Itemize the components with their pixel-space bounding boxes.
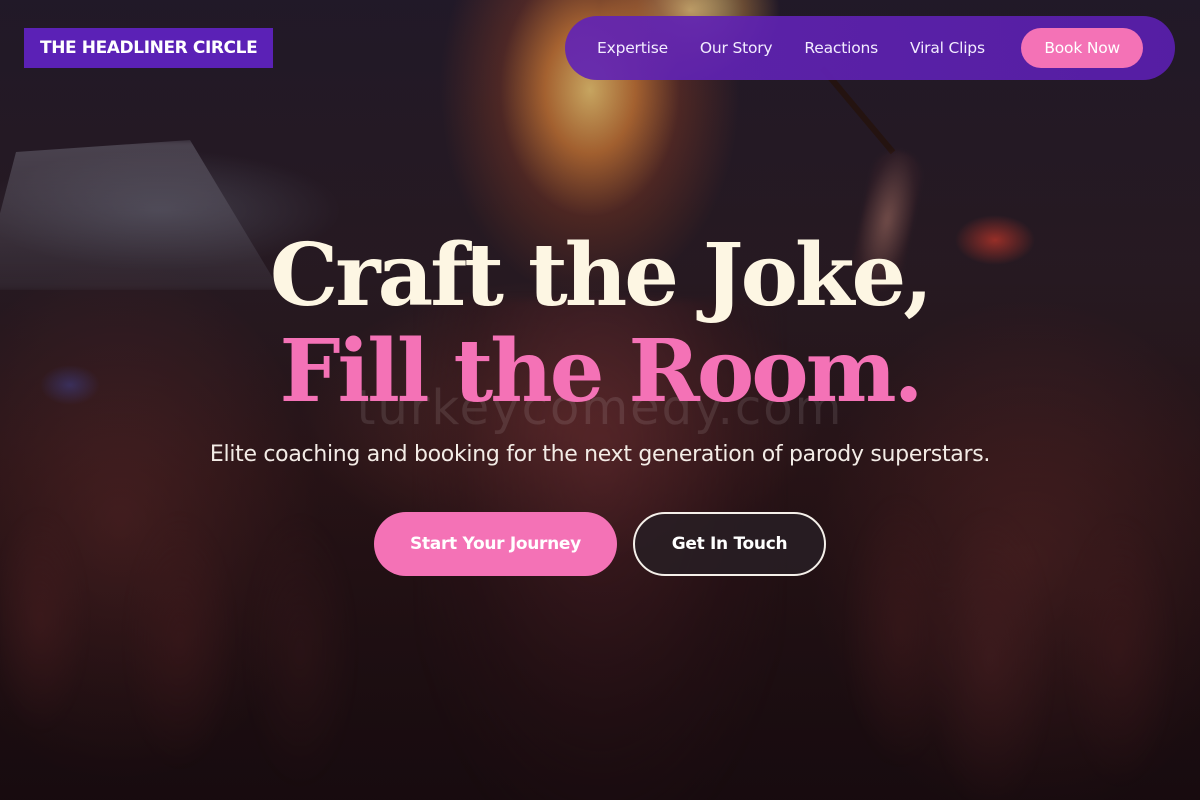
- nav-link-expertise[interactable]: Expertise: [597, 39, 668, 57]
- nav-link-reactions[interactable]: Reactions: [804, 39, 878, 57]
- book-now-button[interactable]: Book Now: [1021, 28, 1143, 68]
- hero-title: Craft the Joke, Fill the Room.: [0, 228, 1200, 420]
- nav-link-our-story[interactable]: Our Story: [700, 39, 773, 57]
- hero-subtitle: Elite coaching and booking for the next …: [209, 442, 991, 467]
- landing-page: THE HEADLINER CIRCLE Expertise Our Story…: [0, 0, 1200, 800]
- hero-title-line-1: Craft the Joke,: [269, 225, 933, 326]
- main-nav: Expertise Our Story Reactions Viral Clip…: [565, 16, 1175, 80]
- get-in-touch-button[interactable]: Get In Touch: [633, 512, 826, 576]
- hero-title-line-2: Fill the Room.: [279, 321, 923, 422]
- brand-logo[interactable]: THE HEADLINER CIRCLE: [24, 28, 274, 68]
- start-your-journey-button[interactable]: Start Your Journey: [374, 512, 617, 576]
- nav-link-viral-clips[interactable]: Viral Clips: [910, 39, 985, 57]
